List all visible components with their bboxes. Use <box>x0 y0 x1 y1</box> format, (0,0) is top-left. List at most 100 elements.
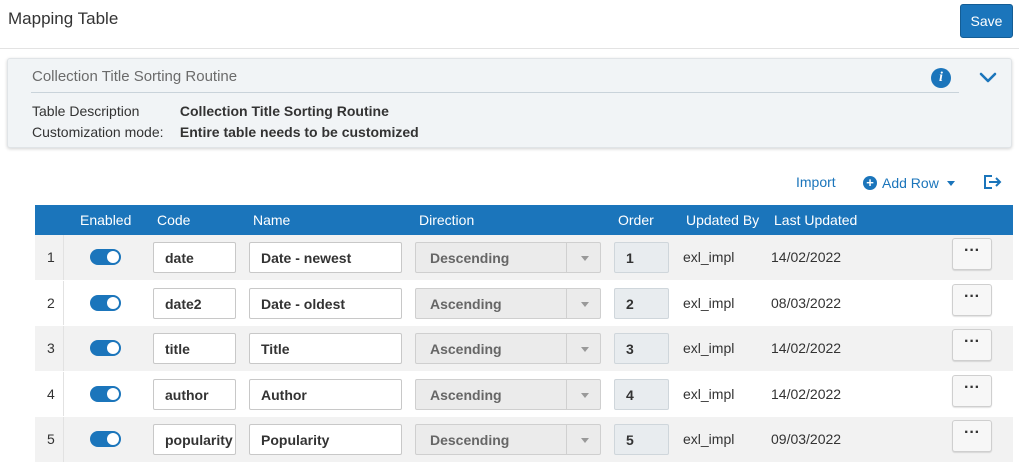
name-input[interactable]: Popularity <box>249 424 402 455</box>
direction-value: Ascending <box>430 386 502 403</box>
table-header: Enabled Code Name Direction Order Update… <box>35 205 1013 235</box>
order-input[interactable]: 1 <box>614 242 669 273</box>
caret-down-icon <box>581 438 589 443</box>
chevron-down-icon[interactable] <box>978 69 998 87</box>
last-updated: 14/02/2022 <box>771 385 842 402</box>
export-icon[interactable] <box>982 173 1002 191</box>
caret-down-icon <box>946 180 955 186</box>
updated-by: exl_impl <box>683 340 735 356</box>
row-actions-button[interactable]: ··· <box>952 374 992 407</box>
row-separator <box>63 371 64 416</box>
toggle-knob <box>107 387 119 400</box>
col-enabled[interactable]: Enabled <box>80 212 131 228</box>
toggle-knob <box>107 433 119 445</box>
description-label: Table Description <box>32 103 140 119</box>
last-updated: 14/02/2022 <box>771 340 842 356</box>
row-number: 2 <box>47 294 55 311</box>
row-actions-button[interactable]: ··· <box>952 420 992 452</box>
order-input[interactable]: 2 <box>614 287 669 319</box>
top-bar: Mapping Table Save <box>0 0 1019 49</box>
caret-down-icon <box>581 392 589 398</box>
mode-row: Customization mode: Entire table needs t… <box>32 124 419 140</box>
last-updated: 08/03/2022 <box>771 294 842 311</box>
updated-by: exl_impl <box>683 385 735 402</box>
row-actions-button[interactable]: ··· <box>952 283 992 316</box>
row-number: 4 <box>47 385 55 402</box>
enabled-toggle[interactable] <box>90 431 121 447</box>
select-divider <box>566 288 567 318</box>
code-input[interactable]: title <box>153 333 236 364</box>
updated-by: exl_impl <box>683 249 735 265</box>
row-actions-button[interactable]: ··· <box>952 238 992 270</box>
save-button[interactable]: Save <box>960 4 1013 38</box>
code-input[interactable]: date2 <box>153 287 236 319</box>
mode-value: Entire table needs to be customized <box>179 124 419 140</box>
row-separator <box>63 280 64 325</box>
direction-select[interactable]: Ascending <box>415 333 601 364</box>
row-number: 5 <box>47 431 55 447</box>
code-input[interactable]: author <box>153 378 236 410</box>
table-row: 3 title Title Ascending 3 exl_impl 14/02… <box>35 326 1013 372</box>
mapping-table: Enabled Code Name Direction Order Update… <box>35 205 1013 463</box>
col-code[interactable]: Code <box>157 212 190 228</box>
order-input[interactable]: 4 <box>614 378 669 410</box>
select-divider <box>566 425 567 454</box>
select-divider <box>566 379 567 409</box>
enabled-toggle[interactable] <box>90 294 121 311</box>
col-order[interactable]: Order <box>618 212 654 228</box>
row-actions-button[interactable]: ··· <box>952 329 992 361</box>
order-input[interactable]: 3 <box>614 333 669 364</box>
direction-value: Ascending <box>430 341 502 357</box>
col-updated-by[interactable]: Updated By <box>686 212 759 228</box>
direction-select[interactable]: Ascending <box>415 378 601 410</box>
name-input[interactable]: Date - newest <box>249 242 402 273</box>
col-direction[interactable]: Direction <box>419 212 474 228</box>
info-icon[interactable]: i <box>931 68 951 88</box>
name-input[interactable]: Date - oldest <box>249 287 402 319</box>
card-title: Collection Title Sorting Routine <box>32 68 238 85</box>
code-input[interactable]: popularity <box>153 424 236 455</box>
mode-label: Customization mode: <box>32 124 164 140</box>
page-title: Mapping Table <box>8 9 119 28</box>
enabled-toggle[interactable] <box>90 340 121 356</box>
direction-value: Ascending <box>430 295 502 312</box>
toggle-knob <box>107 342 119 354</box>
row-number: 3 <box>47 340 55 356</box>
col-last-updated[interactable]: Last Updated <box>774 212 857 228</box>
add-row-label: Add Row <box>882 175 939 191</box>
name-input[interactable]: Author <box>249 378 402 410</box>
order-input[interactable]: 5 <box>614 424 669 455</box>
add-row-button[interactable]: + Add Row <box>863 174 955 192</box>
direction-value: Descending <box>430 432 510 448</box>
col-name[interactable]: Name <box>253 212 290 228</box>
name-input[interactable]: Title <box>249 333 402 364</box>
enabled-toggle[interactable] <box>90 385 121 402</box>
import-link[interactable]: Import <box>796 174 836 190</box>
last-updated: 14/02/2022 <box>771 249 842 265</box>
toggle-knob <box>107 296 119 309</box>
direction-value: Descending <box>430 250 510 266</box>
direction-select[interactable]: Descending <box>415 424 601 455</box>
caret-down-icon <box>581 256 589 261</box>
table-row: 2 date2 Date - oldest Ascending 2 exl_im… <box>35 280 1013 326</box>
direction-select[interactable]: Ascending <box>415 287 601 319</box>
caret-down-icon <box>581 347 589 352</box>
description-row: Table Description Collection Title Sorti… <box>32 103 389 119</box>
select-divider <box>566 334 567 363</box>
table-row: 1 date Date - newest Descending 1 exl_im… <box>35 235 1013 281</box>
enabled-toggle[interactable] <box>90 249 121 265</box>
code-input[interactable]: date <box>153 242 236 273</box>
toggle-knob <box>107 251 119 263</box>
last-updated: 09/03/2022 <box>771 431 842 447</box>
updated-by: exl_impl <box>683 294 735 311</box>
description-value: Collection Title Sorting Routine <box>179 103 389 119</box>
table-row: 4 author Author Ascending 4 exl_impl 14/… <box>35 371 1013 417</box>
direction-select[interactable]: Descending <box>415 242 601 273</box>
table-info-card: Collection Title Sorting Routine i Table… <box>7 58 1012 148</box>
table-row: 5 popularity Popularity Descending 5 exl… <box>35 417 1013 463</box>
row-separator <box>63 417 64 462</box>
row-separator <box>63 326 64 371</box>
row-number: 1 <box>47 249 55 265</box>
updated-by: exl_impl <box>683 431 735 447</box>
select-divider <box>566 243 567 272</box>
